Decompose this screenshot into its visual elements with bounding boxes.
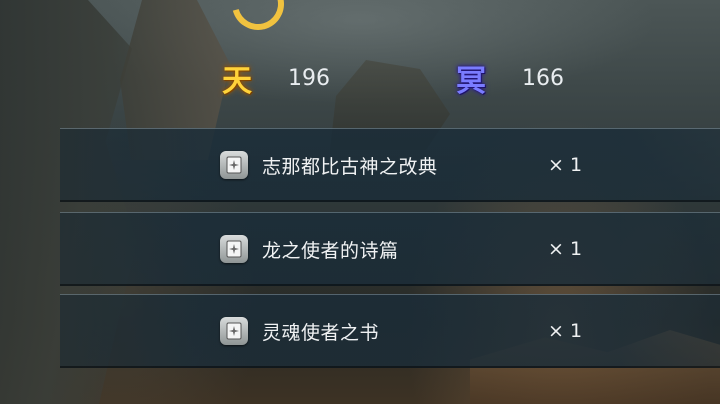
heaven-icon: 天 [222,64,252,99]
heaven-value: 196 [288,65,330,91]
book-icon [220,235,248,263]
reward-quantity: × 1 [548,238,583,260]
book-icon [220,151,248,179]
crescent-moon-emblem [222,0,294,40]
heaven-currency: 天 196 [218,56,330,100]
underworld-value: 166 [522,65,564,91]
reward-name: 灵魂使者之书 [262,321,380,344]
reward-row[interactable]: 龙之使者的诗篇 × 1 [60,212,720,286]
reward-name: 志那都比古神之改典 [262,155,438,178]
underworld-currency: 冥 166 [452,56,564,100]
reward-quantity: × 1 [548,154,583,176]
book-icon [220,317,248,345]
reward-quantity: × 1 [548,320,583,342]
underworld-icon: 冥 [456,64,486,99]
reward-row[interactable]: 灵魂使者之书 × 1 [60,294,720,368]
reward-row[interactable]: 志那都比古神之改典 × 1 [60,128,720,202]
reward-name: 龙之使者的诗篇 [262,239,399,262]
